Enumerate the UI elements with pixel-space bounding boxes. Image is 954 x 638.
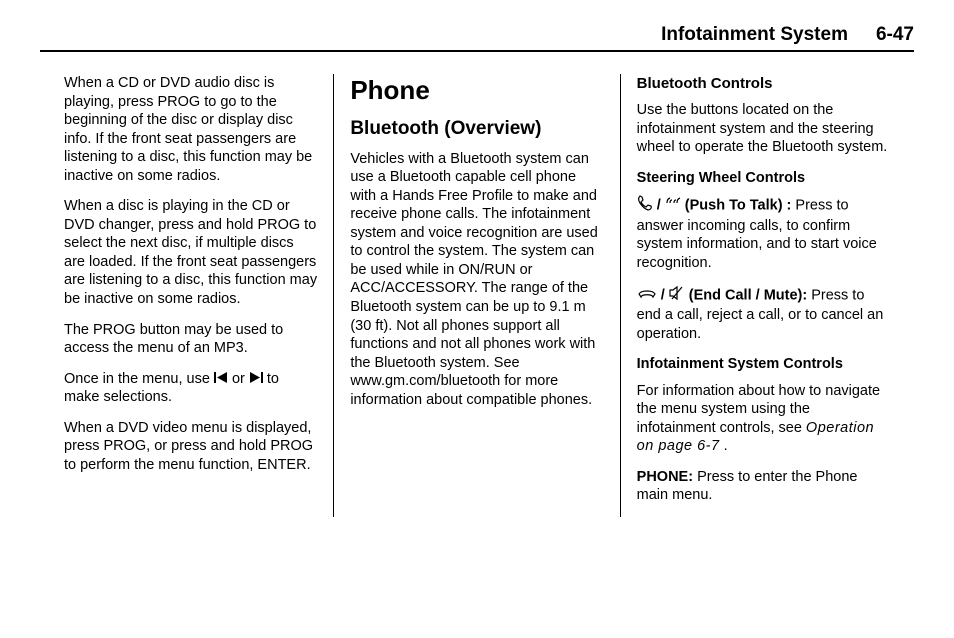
paragraph: / (Push To Talk) : Press to answer incom… [637, 195, 890, 272]
column-1: When a CD or DVD audio disc is playing, … [40, 74, 334, 517]
heading-bluetooth-overview: Bluetooth (Overview) [350, 117, 603, 141]
phone-key-label: PHONE: [637, 469, 697, 485]
next-track-icon [249, 370, 263, 389]
paragraph: PHONE: Press to enter the Phone main men… [637, 468, 890, 505]
heading-infotainment-system-controls: Infotainment System Controls [637, 355, 890, 374]
page-header: Infotainment System 6-47 [40, 24, 914, 52]
manual-page: Infotainment System 6-47 When a CD or DV… [0, 0, 954, 547]
column-2: Phone Bluetooth (Overview) Vehicles with… [334, 74, 620, 517]
heading-steering-wheel-controls: Steering Wheel Controls [637, 169, 890, 188]
mute-speaker-icon [669, 285, 685, 307]
end-call-mute-label: (End Call / Mute): [689, 287, 811, 303]
paragraph: Vehicles with a Bluetooth system can use… [350, 150, 603, 410]
heading-bluetooth-controls: Bluetooth Controls [637, 74, 890, 93]
paragraph: Once in the menu, use or to make selecti… [64, 370, 317, 407]
paragraph: When a CD or DVD audio disc is playing, … [64, 74, 317, 185]
push-to-talk-label: (Push To Talk) : [685, 198, 796, 214]
paragraph: When a DVD video menu is displayed, pres… [64, 419, 317, 475]
page-number: 6-47 [876, 24, 914, 46]
end-call-icon [637, 286, 657, 306]
prev-track-icon [214, 370, 228, 389]
slash: / [661, 287, 669, 303]
slash: / [657, 198, 665, 214]
text: . [724, 438, 728, 454]
voice-waves-icon [665, 195, 681, 217]
section-title: Infotainment System [661, 24, 848, 46]
text: Once in the menu, use [64, 371, 214, 387]
paragraph: The PROG button may be used to access th… [64, 321, 317, 358]
paragraph: / (End Call / Mute): Press to end a call… [637, 285, 890, 344]
content-columns: When a CD or DVD audio disc is playing, … [40, 74, 914, 517]
paragraph: For information about how to navigate th… [637, 382, 890, 456]
text: or [232, 371, 249, 387]
phone-handset-icon [637, 195, 653, 217]
paragraph: Use the buttons located on the infotainm… [637, 101, 890, 157]
column-3: Bluetooth Controls Use the buttons locat… [621, 74, 914, 517]
paragraph: When a disc is playing in the CD or DVD … [64, 197, 317, 308]
heading-phone: Phone [350, 74, 603, 107]
